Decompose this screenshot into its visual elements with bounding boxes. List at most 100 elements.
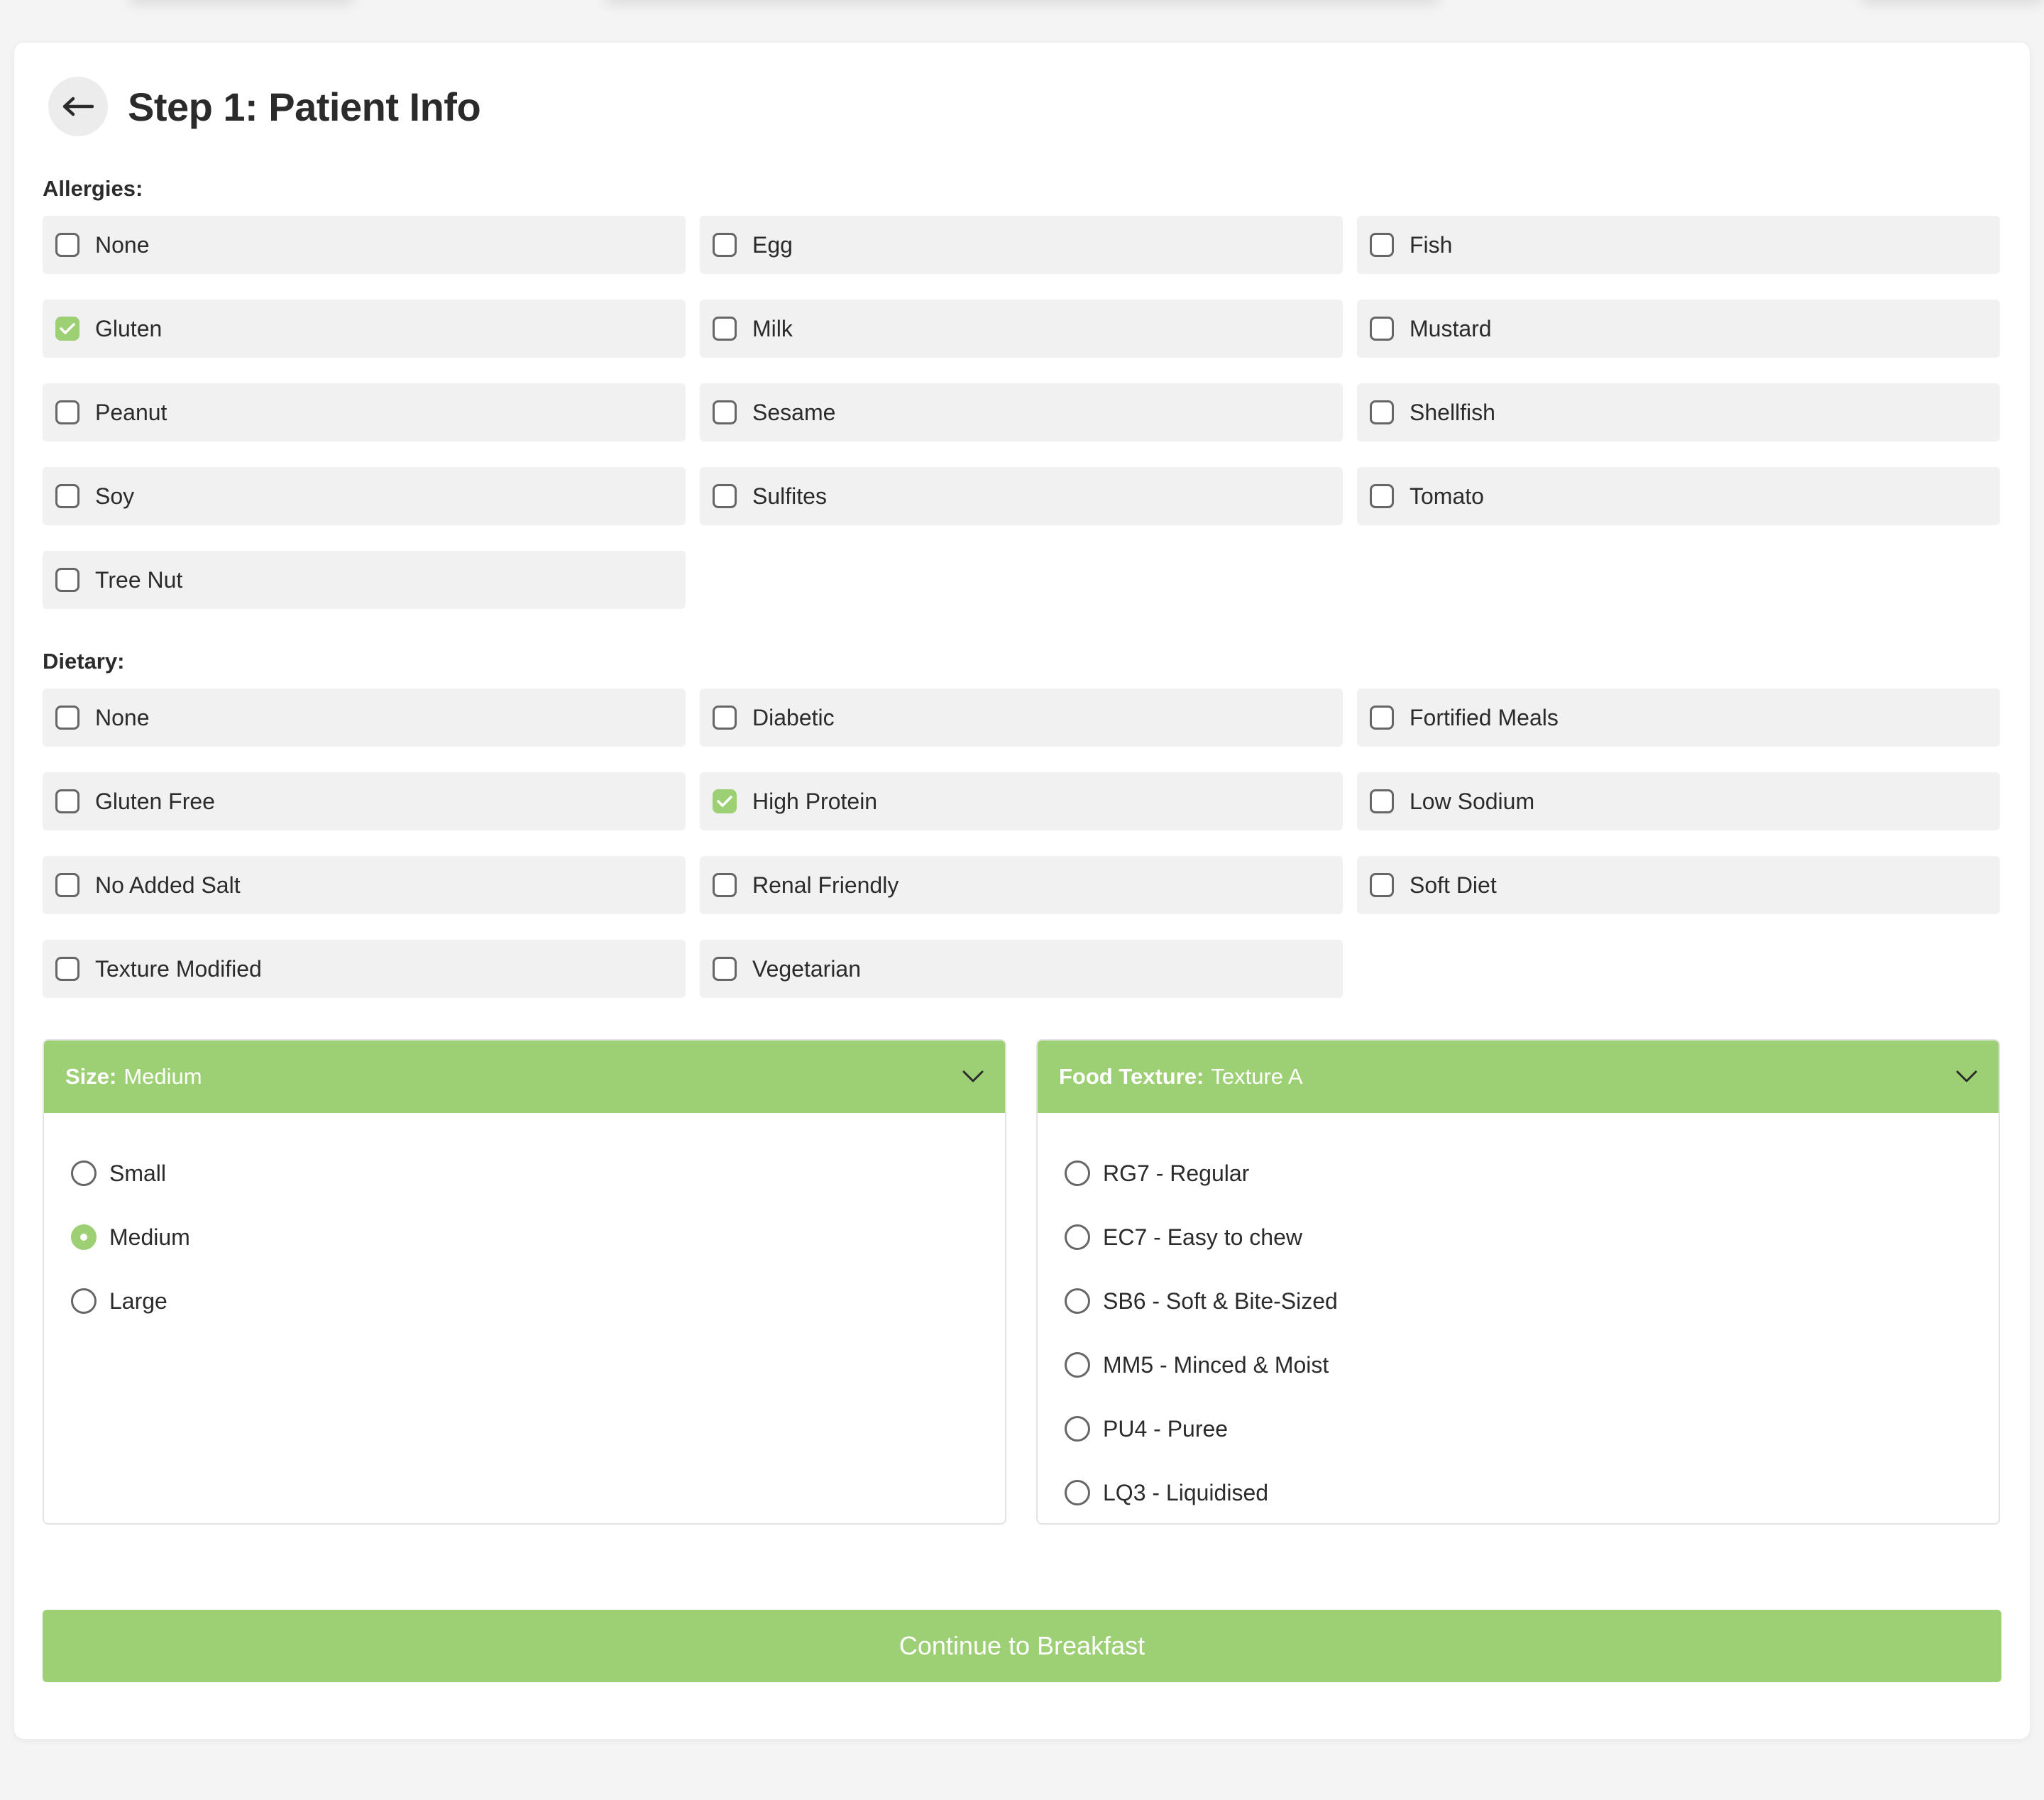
allergies-label: Allergies: xyxy=(43,176,143,201)
checkbox[interactable] xyxy=(713,233,737,257)
option-label: Sulfites xyxy=(752,483,827,509)
radio-button[interactable] xyxy=(71,1160,97,1186)
texture-radio-option[interactable]: PU4 - Puree xyxy=(1065,1397,1999,1461)
allergy-option[interactable]: Tomato xyxy=(1357,467,2000,525)
size-radio-option[interactable]: Large xyxy=(71,1269,1005,1333)
allergy-option[interactable]: None xyxy=(43,216,686,274)
option-label: Peanut xyxy=(95,399,167,425)
size-radio-option[interactable]: Small xyxy=(71,1141,1005,1205)
option-label: Renal Friendly xyxy=(752,872,899,898)
checkbox[interactable] xyxy=(713,400,737,424)
checkbox[interactable] xyxy=(55,957,79,981)
option-label: Diabetic xyxy=(752,704,835,730)
checkbox[interactable] xyxy=(713,706,737,730)
allergies-options: None Egg Fish Gluten Milk Mustard Peanut Sesame… xyxy=(43,216,2001,609)
option-label: Egg xyxy=(752,231,793,258)
option-label: Mustard xyxy=(1410,315,1492,341)
dietary-options: None Diabetic Fortified Meals Gluten Free Hi… xyxy=(43,688,2001,998)
radio-button[interactable] xyxy=(1065,1160,1090,1186)
size-radio-option[interactable]: Medium xyxy=(71,1205,1005,1269)
option-label: None xyxy=(95,231,150,258)
option-label: Soy xyxy=(95,483,135,509)
allergy-option[interactable]: Milk xyxy=(700,300,1343,358)
option-label: Milk xyxy=(752,315,793,341)
dietary-option[interactable]: None xyxy=(43,688,686,747)
allergy-option[interactable]: Mustard xyxy=(1357,300,2000,358)
checkbox[interactable] xyxy=(713,957,737,981)
allergy-option[interactable]: Peanut xyxy=(43,383,686,441)
texture-radio-option[interactable]: EC7 - Easy to chew xyxy=(1065,1205,1999,1269)
checkbox[interactable] xyxy=(1370,400,1394,424)
allergy-option[interactable]: Egg xyxy=(700,216,1343,274)
checkmark-icon xyxy=(60,323,75,334)
size-panel: Size: Medium Small Medium Large xyxy=(43,1039,1006,1525)
checkbox[interactable] xyxy=(713,317,737,341)
checkbox[interactable] xyxy=(55,568,79,592)
checkbox[interactable] xyxy=(1370,484,1394,508)
checkbox[interactable] xyxy=(55,873,79,897)
checkbox[interactable] xyxy=(713,873,737,897)
checkbox[interactable] xyxy=(713,789,737,813)
radio-button[interactable] xyxy=(1065,1288,1090,1314)
page-title: Step 1: Patient Info xyxy=(128,84,481,129)
option-label: Gluten Free xyxy=(95,788,215,814)
option-label: Tomato xyxy=(1410,483,1484,509)
checkbox[interactable] xyxy=(55,789,79,813)
radio-button[interactable] xyxy=(1065,1224,1090,1250)
size-dropdown-header[interactable]: Size: Medium xyxy=(44,1041,1005,1113)
back-button[interactable] xyxy=(48,77,108,136)
radio-button[interactable] xyxy=(1065,1352,1090,1378)
radio-button[interactable] xyxy=(71,1224,97,1250)
radio-button[interactable] xyxy=(1065,1416,1090,1442)
texture-label: Food Texture: xyxy=(1059,1064,1204,1089)
option-label: Texture Modified xyxy=(95,955,262,982)
continue-button[interactable]: Continue to Breakfast xyxy=(43,1610,2001,1682)
allergy-option[interactable]: Tree Nut xyxy=(43,551,686,609)
checkbox[interactable] xyxy=(713,484,737,508)
patient-info-card: Step 1: Patient Info Allergies: None Egg F… xyxy=(14,43,2030,1739)
radio-button[interactable] xyxy=(1065,1480,1090,1505)
page-header: Step 1: Patient Info xyxy=(48,77,481,136)
dietary-option[interactable]: No Added Salt xyxy=(43,856,686,914)
checkbox[interactable] xyxy=(55,484,79,508)
allergy-option[interactable]: Sulfites xyxy=(700,467,1343,525)
allergy-option[interactable]: Shellfish xyxy=(1357,383,2000,441)
dietary-option[interactable]: Soft Diet xyxy=(1357,856,2000,914)
texture-radio-option[interactable]: LQ3 - Liquidised xyxy=(1065,1461,1999,1523)
checkbox[interactable] xyxy=(55,706,79,730)
dietary-option[interactable]: Gluten Free xyxy=(43,772,686,830)
checkbox[interactable] xyxy=(1370,317,1394,341)
option-label: No Added Salt xyxy=(95,872,241,898)
dietary-option[interactable]: Renal Friendly xyxy=(700,856,1343,914)
dietary-option[interactable]: Low Sodium xyxy=(1357,772,2000,830)
allergy-option[interactable]: Soy xyxy=(43,467,686,525)
texture-radio-option[interactable]: RG7 - Regular xyxy=(1065,1141,1999,1205)
checkbox[interactable] xyxy=(1370,233,1394,257)
texture-radio-option[interactable]: MM5 - Minced & Moist xyxy=(1065,1333,1999,1397)
radio-label: EC7 - Easy to chew xyxy=(1103,1224,1302,1250)
allergy-option[interactable]: Gluten xyxy=(43,300,686,358)
texture-dropdown-header[interactable]: Food Texture: Texture A xyxy=(1038,1041,1999,1113)
dietary-option[interactable]: High Protein xyxy=(700,772,1343,830)
checkbox[interactable] xyxy=(55,400,79,424)
dietary-option[interactable]: Texture Modified xyxy=(43,940,686,998)
option-label: None xyxy=(95,704,150,730)
radio-button[interactable] xyxy=(71,1288,97,1314)
checkbox[interactable] xyxy=(1370,873,1394,897)
dietary-option[interactable]: Fortified Meals xyxy=(1357,688,2000,747)
allergy-option[interactable]: Sesame xyxy=(700,383,1343,441)
radio-label: LQ3 - Liquidised xyxy=(1103,1479,1269,1505)
checkbox[interactable] xyxy=(1370,789,1394,813)
option-label: Fortified Meals xyxy=(1410,704,1559,730)
option-label: Gluten xyxy=(95,315,163,341)
dietary-option[interactable]: Vegetarian xyxy=(700,940,1343,998)
allergy-option[interactable]: Fish xyxy=(1357,216,2000,274)
texture-radio-option[interactable]: SB6 - Soft & Bite-Sized xyxy=(1065,1269,1999,1333)
checkbox[interactable] xyxy=(55,317,79,341)
size-value: Medium xyxy=(123,1064,202,1089)
checkbox[interactable] xyxy=(1370,706,1394,730)
radio-label: SB6 - Soft & Bite-Sized xyxy=(1103,1288,1338,1314)
dietary-option[interactable]: Diabetic xyxy=(700,688,1343,747)
checkbox[interactable] xyxy=(55,233,79,257)
option-label: Sesame xyxy=(752,399,836,425)
